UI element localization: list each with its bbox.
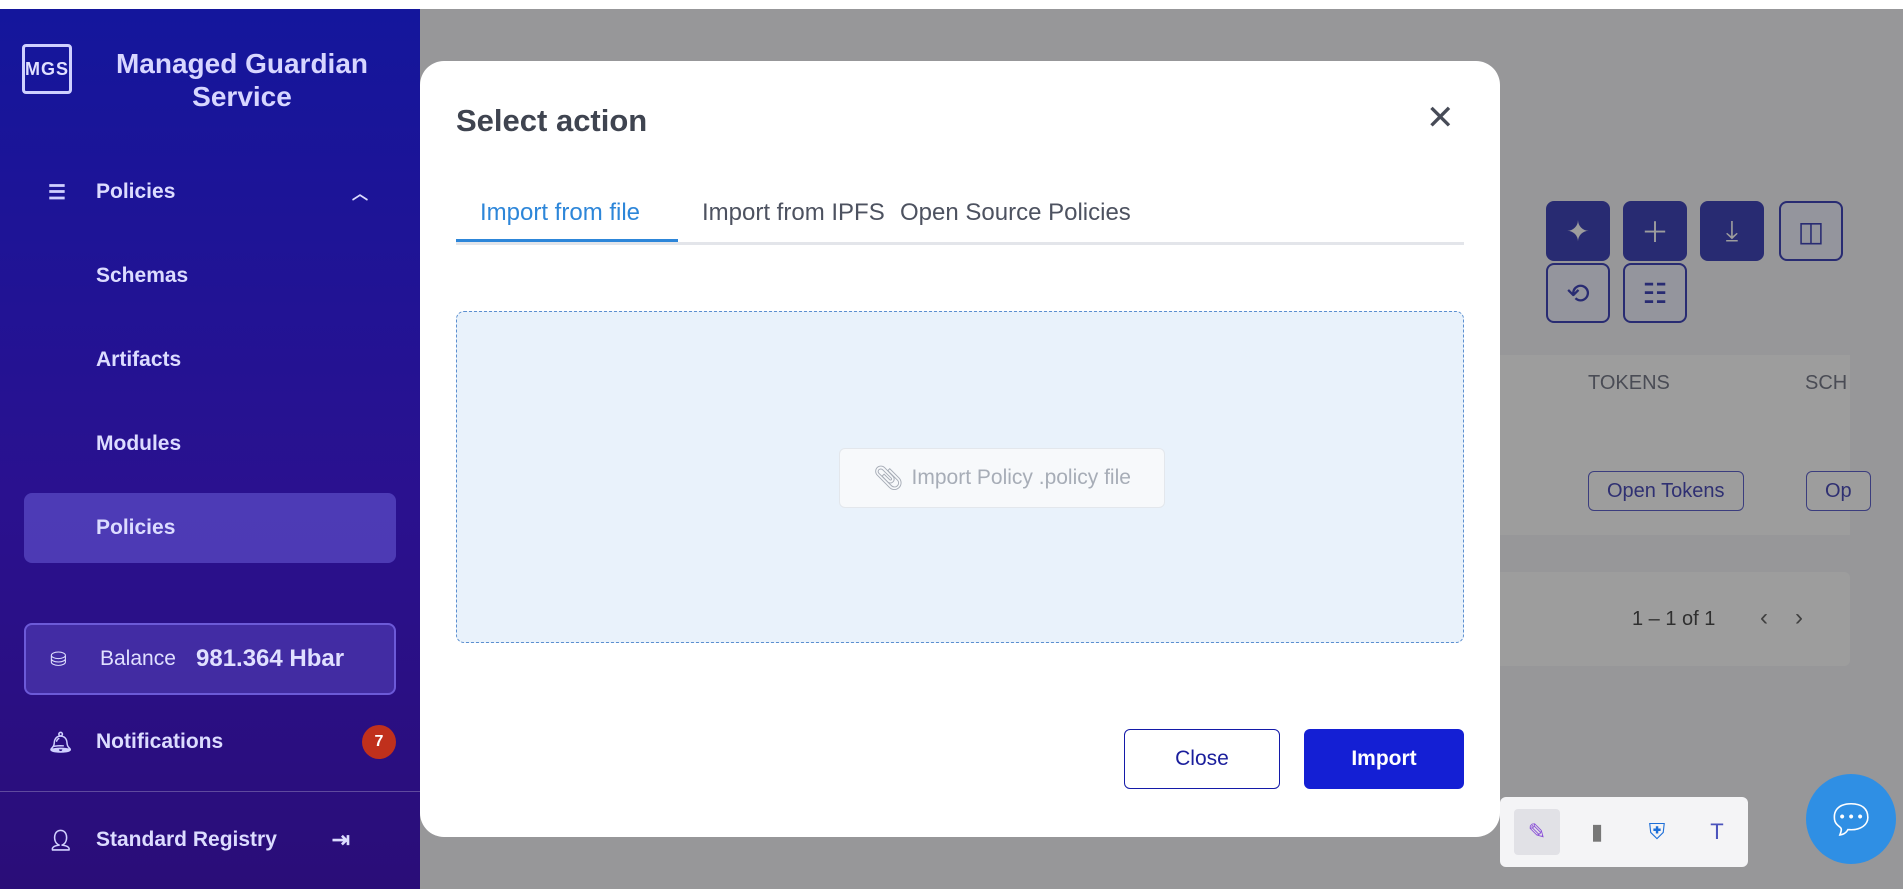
sidebar-item-policies[interactable]: Policies xyxy=(24,493,396,563)
tab-open-source-policies[interactable]: Open Source Policies xyxy=(900,199,1131,227)
mgs-logo: MGS xyxy=(22,44,72,94)
tab-import-from-ipfs[interactable]: Import from IPFS xyxy=(702,199,885,227)
sidebar-item-label: Schemas xyxy=(96,264,189,287)
sidebar-item-label: Policies xyxy=(96,180,176,203)
user-icon: 👤︎ xyxy=(48,829,74,852)
sidebar-item-artifacts[interactable]: Artifacts xyxy=(24,325,396,395)
import-button[interactable]: Import xyxy=(1304,729,1464,789)
sidebar-item-schemas[interactable]: Schemas xyxy=(24,241,396,311)
sidebar-item-label: Notifications xyxy=(96,730,224,753)
brand: MGS Managed Guardian Service xyxy=(22,44,368,112)
dialog-title: Select action xyxy=(456,103,648,138)
dropzone-label: Import Policy .policy file xyxy=(911,466,1131,489)
import-tabs: Import from file Import from IPFS Open S… xyxy=(456,191,1464,245)
system-tray: ✎ ▮ ⛨ T xyxy=(1500,797,1748,867)
teams-icon[interactable]: T xyxy=(1694,809,1740,855)
sidebar: MGS Managed Guardian Service ☰ Policies … xyxy=(0,9,420,889)
tab-import-from-file[interactable]: Import from file xyxy=(480,199,640,227)
close-button[interactable]: Close xyxy=(1124,729,1280,789)
chat-icon: 💬︎ xyxy=(1825,797,1877,842)
logout-icon[interactable]: ⇥ xyxy=(332,827,350,853)
notification-count-badge: 7 xyxy=(362,725,396,759)
file-dropzone[interactable]: 📎︎ Import Policy .policy file xyxy=(456,311,1464,643)
pen-icon[interactable]: ✎ xyxy=(1514,809,1560,855)
list-icon: ☰ xyxy=(48,181,66,204)
balance-card[interactable]: ⛁ Balance 981.364 Hbar xyxy=(24,623,396,695)
balance-value: 981.364 Hbar xyxy=(196,645,345,672)
sidebar-divider xyxy=(0,791,420,792)
sidebar-item-label: Policies xyxy=(96,516,176,539)
bell-icon: 🔔︎ xyxy=(48,731,74,754)
active-tab-indicator xyxy=(456,239,678,242)
coins-icon: ⛁ xyxy=(50,648,67,671)
sidebar-item-notifications[interactable]: 🔔︎ Notifications 7 xyxy=(24,707,396,777)
sidebar-item-policies-group[interactable]: ☰ Policies ︿ xyxy=(24,157,396,227)
sidebar-item-modules[interactable]: Modules xyxy=(24,409,396,479)
comment-icon[interactable]: ▮ xyxy=(1574,809,1620,855)
shield-warning-icon[interactable]: ⛨ xyxy=(1634,809,1680,855)
select-action-dialog: Select action ✕ Import from file Import … xyxy=(420,61,1500,837)
sidebar-item-label: Modules xyxy=(96,432,182,455)
sidebar-item-label: Artifacts xyxy=(96,348,182,371)
brand-title: Managed Guardian Service xyxy=(115,48,369,112)
paperclip-icon: 📎︎ xyxy=(873,464,904,492)
import-policy-file-button[interactable]: 📎︎ Import Policy .policy file xyxy=(839,448,1165,508)
close-icon[interactable]: ✕ xyxy=(1426,101,1455,135)
sidebar-item-label: Standard Registry xyxy=(96,828,277,851)
chat-support-button[interactable]: 💬︎ xyxy=(1806,774,1896,864)
chevron-up-icon: ︿ xyxy=(351,186,368,203)
balance-label: Balance xyxy=(100,647,176,670)
sidebar-item-user[interactable]: 👤︎ Standard Registry ⇥ xyxy=(24,805,396,875)
